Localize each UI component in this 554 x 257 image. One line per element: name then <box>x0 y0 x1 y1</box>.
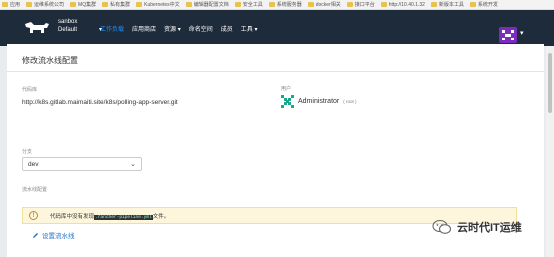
bookmark-item[interactable]: 安全工具 <box>234 1 263 8</box>
branch-select[interactable]: dev ⌄ <box>22 157 142 171</box>
rancher-logo-icon[interactable] <box>22 21 50 35</box>
bookmark-label: 接口平台 <box>354 2 375 8</box>
folder-icon <box>469 2 476 7</box>
cluster-switcher[interactable]: sanbox Default ▾ <box>58 18 102 34</box>
owner-name: Administrator <box>298 98 340 105</box>
bookmark-item[interactable]: 接口平台 <box>346 1 375 8</box>
folder-icon <box>346 2 353 7</box>
nav-namespaces[interactable]: 命名空间 <box>189 24 213 33</box>
nav-resources[interactable]: 资源 ▾ <box>164 24 181 33</box>
folder-icon <box>268 2 275 7</box>
folder-icon <box>234 2 241 7</box>
bookmark-item[interactable]: http://10.40.1.32 <box>380 1 425 8</box>
bookmark-label: 系统服务器 <box>276 2 302 8</box>
user-identicon-icon <box>281 95 294 108</box>
setup-pipeline-link[interactable]: 设置流水线 <box>32 230 75 240</box>
owner: Administrator ( root ) <box>281 95 357 108</box>
warning-text: 代码库中没有发现.rancher-pipeline.yml文件。 <box>50 212 169 220</box>
bookmark-label: Kubernetes中文 <box>144 2 180 8</box>
page-title: 修改流水线配置 <box>22 56 78 65</box>
nav-workloads[interactable]: 工作负载 <box>100 24 124 33</box>
bookmark-item[interactable]: MQ集群 <box>70 1 96 8</box>
bookmark-label: 私有集群 <box>110 2 131 8</box>
branch-value: dev <box>28 161 39 168</box>
scrollbar[interactable] <box>546 46 554 257</box>
bookmark-label: 编辑器配置文档 <box>193 2 229 8</box>
bookmark-item[interactable]: 运维系统公司 <box>26 1 64 8</box>
bookmark-label: 应用 <box>10 2 21 8</box>
bookmark-item[interactable]: 系统开发 <box>469 1 498 8</box>
repo-value: http://k8s.gitlab.maimaiti.site/k8s/poll… <box>22 99 178 106</box>
branch-label: 分支 <box>22 149 33 155</box>
bookmark-item[interactable]: Kubernetes中文 <box>136 1 180 8</box>
bookmarks-bar: 应用 运维系统公司 MQ集群 私有集群 Kubernetes中文 编辑器配置文档… <box>0 0 554 10</box>
folder-icon <box>102 2 109 7</box>
nav-catalog[interactable]: 应用商店 <box>132 24 156 33</box>
watermark-text: 云时代IT运维 <box>457 222 522 234</box>
wechat-icon <box>432 219 452 234</box>
nav-resources-label: 资源 <box>164 27 177 33</box>
folder-icon <box>185 2 192 7</box>
owner-label: 用户 <box>281 86 292 92</box>
nav-tools-label: 工具 <box>240 27 253 33</box>
bookmark-label: 安全工具 <box>242 2 263 8</box>
repo-label: 代码库 <box>22 87 38 93</box>
folder-icon <box>430 2 437 7</box>
chevron-down-icon: ⌄ <box>130 161 136 168</box>
bookmark-item[interactable]: 系统服务器 <box>268 1 302 8</box>
bookmark-label: 系统开发 <box>477 2 498 8</box>
bookmark-item[interactable]: docker相关 <box>307 1 341 8</box>
folder-icon <box>136 2 143 7</box>
warning-icon: ! <box>29 211 38 220</box>
folder-icon <box>26 2 33 7</box>
cluster-env: Default <box>58 27 78 33</box>
watermark: 云时代IT运维 <box>432 219 522 235</box>
chevron-down-icon[interactable]: ▾ <box>520 29 524 37</box>
bookmark-label: 新版本工具 <box>438 2 464 8</box>
nav-links: 工作负载 应用商店 资源 ▾ 命名空间 成员 工具 ▾ <box>100 24 257 33</box>
scrollbar-thumb[interactable] <box>548 53 552 113</box>
chevron-down-icon: ▾ <box>177 27 181 33</box>
pencil-icon <box>33 232 38 238</box>
folder-icon <box>2 2 8 7</box>
folder-icon <box>307 2 314 7</box>
bookmark-item[interactable]: 新版本工具 <box>430 1 464 8</box>
setup-pipeline-label: 设置流水线 <box>42 233 75 240</box>
bookmark-item[interactable]: 私有集群 <box>102 1 130 8</box>
chevron-down-icon: ▾ <box>254 27 258 33</box>
pipeline-config-label: 流水线配置 <box>22 187 48 193</box>
bookmark-item[interactable]: 应用 <box>2 1 20 8</box>
identicon-icon <box>502 30 514 40</box>
folder-icon <box>380 2 387 7</box>
warning-text-before: 代码库中没有发现 <box>50 213 95 220</box>
folder-icon <box>70 2 77 7</box>
nav-members[interactable]: 成员 <box>221 24 233 33</box>
owner-username: ( root ) <box>343 99 357 104</box>
warning-text-after: 文件。 <box>152 213 170 220</box>
bookmark-item[interactable]: 编辑器配置文档 <box>185 1 229 8</box>
warning-filename: .rancher-pipeline.yml <box>94 214 153 220</box>
bookmark-label: http://10.40.1.32 <box>388 1 425 8</box>
divider <box>7 71 544 72</box>
bookmark-label: MQ集群 <box>78 2 97 8</box>
nav-tools[interactable]: 工具 ▾ <box>241 24 258 33</box>
bookmark-label: docker相关 <box>315 2 341 8</box>
cluster-name: sanbox <box>58 19 78 25</box>
top-navigation: sanbox Default ▾ 工作负载 应用商店 资源 ▾ 命名空间 成员 … <box>0 10 554 46</box>
user-avatar[interactable] <box>499 27 517 43</box>
bookmark-label: 运维系统公司 <box>34 2 65 8</box>
